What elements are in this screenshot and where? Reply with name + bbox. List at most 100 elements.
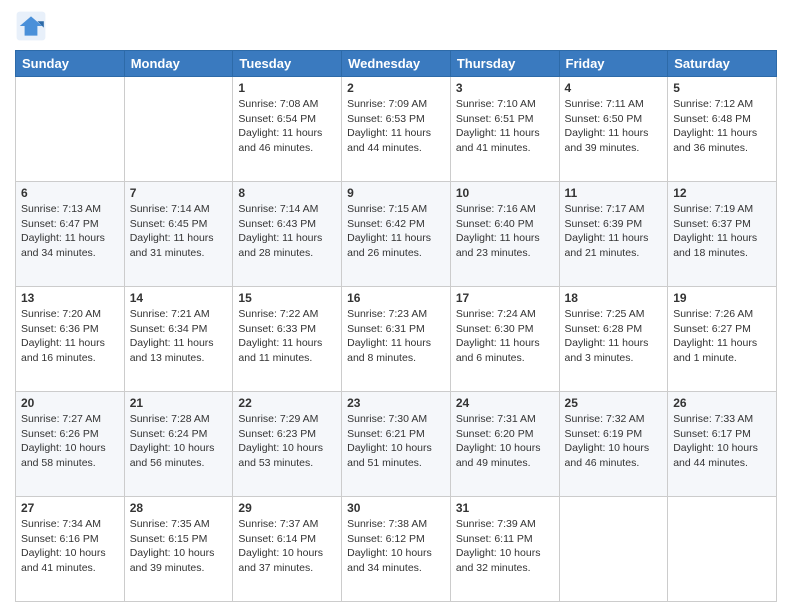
day-info: Sunrise: 7:37 AM Sunset: 6:14 PM Dayligh… xyxy=(238,517,336,576)
calendar-cell: 6 Sunrise: 7:13 AM Sunset: 6:47 PM Daylig… xyxy=(16,182,125,287)
day-info: Sunrise: 7:09 AM Sunset: 6:53 PM Dayligh… xyxy=(347,97,445,156)
day-number: 25 xyxy=(565,396,663,410)
day-info: Sunrise: 7:24 AM Sunset: 6:30 PM Dayligh… xyxy=(456,307,554,366)
day-number: 27 xyxy=(21,501,119,515)
calendar-header-wednesday: Wednesday xyxy=(342,51,451,77)
calendar-week-row: 27 Sunrise: 7:34 AM Sunset: 6:16 PM Dayli… xyxy=(16,497,777,602)
calendar-cell: 1Sunrise: 7:08 AM Sunset: 6:54 PM Daylig… xyxy=(233,77,342,182)
day-number: 17 xyxy=(456,291,554,305)
day-info: Sunrise: 7:11 AM Sunset: 6:50 PM Dayligh… xyxy=(565,97,663,156)
day-info: Sunrise: 7:15 AM Sunset: 6:42 PM Dayligh… xyxy=(347,202,445,261)
calendar-cell: 12 Sunrise: 7:19 AM Sunset: 6:37 PM Dayli… xyxy=(668,182,777,287)
calendar-week-row: 20 Sunrise: 7:27 AM Sunset: 6:26 PM Dayli… xyxy=(16,392,777,497)
logo-icon xyxy=(15,10,47,42)
calendar-cell: 9 Sunrise: 7:15 AM Sunset: 6:42 PM Daylig… xyxy=(342,182,451,287)
day-info: Sunrise: 7:33 AM Sunset: 6:17 PM Dayligh… xyxy=(673,412,771,471)
calendar-header-friday: Friday xyxy=(559,51,668,77)
day-number: 26 xyxy=(673,396,771,410)
calendar-header-saturday: Saturday xyxy=(668,51,777,77)
calendar-cell: 8 Sunrise: 7:14 AM Sunset: 6:43 PM Daylig… xyxy=(233,182,342,287)
day-info: Sunrise: 7:12 AM Sunset: 6:48 PM Dayligh… xyxy=(673,97,771,156)
calendar-cell xyxy=(124,77,233,182)
day-info: Sunrise: 7:27 AM Sunset: 6:26 PM Dayligh… xyxy=(21,412,119,471)
calendar-cell: 22 Sunrise: 7:29 AM Sunset: 6:23 PM Dayli… xyxy=(233,392,342,497)
calendar-cell: 7 Sunrise: 7:14 AM Sunset: 6:45 PM Daylig… xyxy=(124,182,233,287)
day-number: 31 xyxy=(456,501,554,515)
logo xyxy=(15,10,51,42)
calendar-header-row: SundayMondayTuesdayWednesdayThursdayFrid… xyxy=(16,51,777,77)
day-info: Sunrise: 7:14 AM Sunset: 6:45 PM Dayligh… xyxy=(130,202,228,261)
day-number: 23 xyxy=(347,396,445,410)
calendar-cell: 28 Sunrise: 7:35 AM Sunset: 6:15 PM Dayli… xyxy=(124,497,233,602)
day-info: Sunrise: 7:34 AM Sunset: 6:16 PM Dayligh… xyxy=(21,517,119,576)
calendar-week-row: 13 Sunrise: 7:20 AM Sunset: 6:36 PM Dayli… xyxy=(16,287,777,392)
day-info: Sunrise: 7:29 AM Sunset: 6:23 PM Dayligh… xyxy=(238,412,336,471)
day-info: Sunrise: 7:10 AM Sunset: 6:51 PM Dayligh… xyxy=(456,97,554,156)
calendar-cell: 31 Sunrise: 7:39 AM Sunset: 6:11 PM Dayli… xyxy=(450,497,559,602)
day-number: 11 xyxy=(565,186,663,200)
day-number: 19 xyxy=(673,291,771,305)
day-number: 7 xyxy=(130,186,228,200)
calendar-cell: 14Sunrise: 7:21 AM Sunset: 6:34 PM Dayli… xyxy=(124,287,233,392)
day-number: 8 xyxy=(238,186,336,200)
day-info: Sunrise: 7:28 AM Sunset: 6:24 PM Dayligh… xyxy=(130,412,228,471)
day-info: Sunrise: 7:35 AM Sunset: 6:15 PM Dayligh… xyxy=(130,517,228,576)
day-info: Sunrise: 7:16 AM Sunset: 6:40 PM Dayligh… xyxy=(456,202,554,261)
calendar-cell: 24Sunrise: 7:31 AM Sunset: 6:20 PM Dayli… xyxy=(450,392,559,497)
calendar-cell: 30 Sunrise: 7:38 AM Sunset: 6:12 PM Dayli… xyxy=(342,497,451,602)
calendar-cell: 4 Sunrise: 7:11 AM Sunset: 6:50 PM Daylig… xyxy=(559,77,668,182)
day-number: 13 xyxy=(21,291,119,305)
day-info: Sunrise: 7:20 AM Sunset: 6:36 PM Dayligh… xyxy=(21,307,119,366)
day-number: 22 xyxy=(238,396,336,410)
calendar-cell: 20 Sunrise: 7:27 AM Sunset: 6:26 PM Dayli… xyxy=(16,392,125,497)
day-number: 16 xyxy=(347,291,445,305)
day-info: Sunrise: 7:22 AM Sunset: 6:33 PM Dayligh… xyxy=(238,307,336,366)
day-info: Sunrise: 7:31 AM Sunset: 6:20 PM Dayligh… xyxy=(456,412,554,471)
day-number: 9 xyxy=(347,186,445,200)
calendar-cell: 10 Sunrise: 7:16 AM Sunset: 6:40 PM Dayli… xyxy=(450,182,559,287)
day-number: 20 xyxy=(21,396,119,410)
calendar-cell: 16 Sunrise: 7:23 AM Sunset: 6:31 PM Dayli… xyxy=(342,287,451,392)
day-info: Sunrise: 7:32 AM Sunset: 6:19 PM Dayligh… xyxy=(565,412,663,471)
calendar-cell: 3 Sunrise: 7:10 AM Sunset: 6:51 PM Daylig… xyxy=(450,77,559,182)
day-number: 2 xyxy=(347,81,445,95)
calendar-cell xyxy=(559,497,668,602)
calendar-week-row: 6 Sunrise: 7:13 AM Sunset: 6:47 PM Daylig… xyxy=(16,182,777,287)
day-info: Sunrise: 7:25 AM Sunset: 6:28 PM Dayligh… xyxy=(565,307,663,366)
day-number: 12 xyxy=(673,186,771,200)
day-number: 29 xyxy=(238,501,336,515)
calendar-cell: 15Sunrise: 7:22 AM Sunset: 6:33 PM Dayli… xyxy=(233,287,342,392)
day-info: Sunrise: 7:21 AM Sunset: 6:34 PM Dayligh… xyxy=(130,307,228,366)
calendar-cell: 29 Sunrise: 7:37 AM Sunset: 6:14 PM Dayli… xyxy=(233,497,342,602)
day-info: Sunrise: 7:38 AM Sunset: 6:12 PM Dayligh… xyxy=(347,517,445,576)
day-number: 10 xyxy=(456,186,554,200)
calendar-cell: 23Sunrise: 7:30 AM Sunset: 6:21 PM Dayli… xyxy=(342,392,451,497)
calendar-cell: 5 Sunrise: 7:12 AM Sunset: 6:48 PM Daylig… xyxy=(668,77,777,182)
day-info: Sunrise: 7:26 AM Sunset: 6:27 PM Dayligh… xyxy=(673,307,771,366)
day-number: 5 xyxy=(673,81,771,95)
day-number: 30 xyxy=(347,501,445,515)
calendar-cell xyxy=(16,77,125,182)
day-number: 6 xyxy=(21,186,119,200)
day-number: 18 xyxy=(565,291,663,305)
calendar-cell: 17 Sunrise: 7:24 AM Sunset: 6:30 PM Dayli… xyxy=(450,287,559,392)
day-info: Sunrise: 7:13 AM Sunset: 6:47 PM Dayligh… xyxy=(21,202,119,261)
day-info: Sunrise: 7:23 AM Sunset: 6:31 PM Dayligh… xyxy=(347,307,445,366)
day-number: 4 xyxy=(565,81,663,95)
calendar-cell: 19 Sunrise: 7:26 AM Sunset: 6:27 PM Dayli… xyxy=(668,287,777,392)
day-number: 3 xyxy=(456,81,554,95)
day-info: Sunrise: 7:19 AM Sunset: 6:37 PM Dayligh… xyxy=(673,202,771,261)
day-info: Sunrise: 7:14 AM Sunset: 6:43 PM Dayligh… xyxy=(238,202,336,261)
calendar-cell: 2 Sunrise: 7:09 AM Sunset: 6:53 PM Daylig… xyxy=(342,77,451,182)
calendar-cell: 13 Sunrise: 7:20 AM Sunset: 6:36 PM Dayli… xyxy=(16,287,125,392)
day-info: Sunrise: 7:08 AM Sunset: 6:54 PM Dayligh… xyxy=(238,97,336,156)
day-info: Sunrise: 7:39 AM Sunset: 6:11 PM Dayligh… xyxy=(456,517,554,576)
day-number: 28 xyxy=(130,501,228,515)
calendar-cell: 26 Sunrise: 7:33 AM Sunset: 6:17 PM Dayli… xyxy=(668,392,777,497)
header xyxy=(15,10,777,42)
calendar-header-monday: Monday xyxy=(124,51,233,77)
calendar-header-sunday: Sunday xyxy=(16,51,125,77)
calendar-cell: 18 Sunrise: 7:25 AM Sunset: 6:28 PM Dayli… xyxy=(559,287,668,392)
calendar-header-tuesday: Tuesday xyxy=(233,51,342,77)
calendar-cell: 27 Sunrise: 7:34 AM Sunset: 6:16 PM Dayli… xyxy=(16,497,125,602)
